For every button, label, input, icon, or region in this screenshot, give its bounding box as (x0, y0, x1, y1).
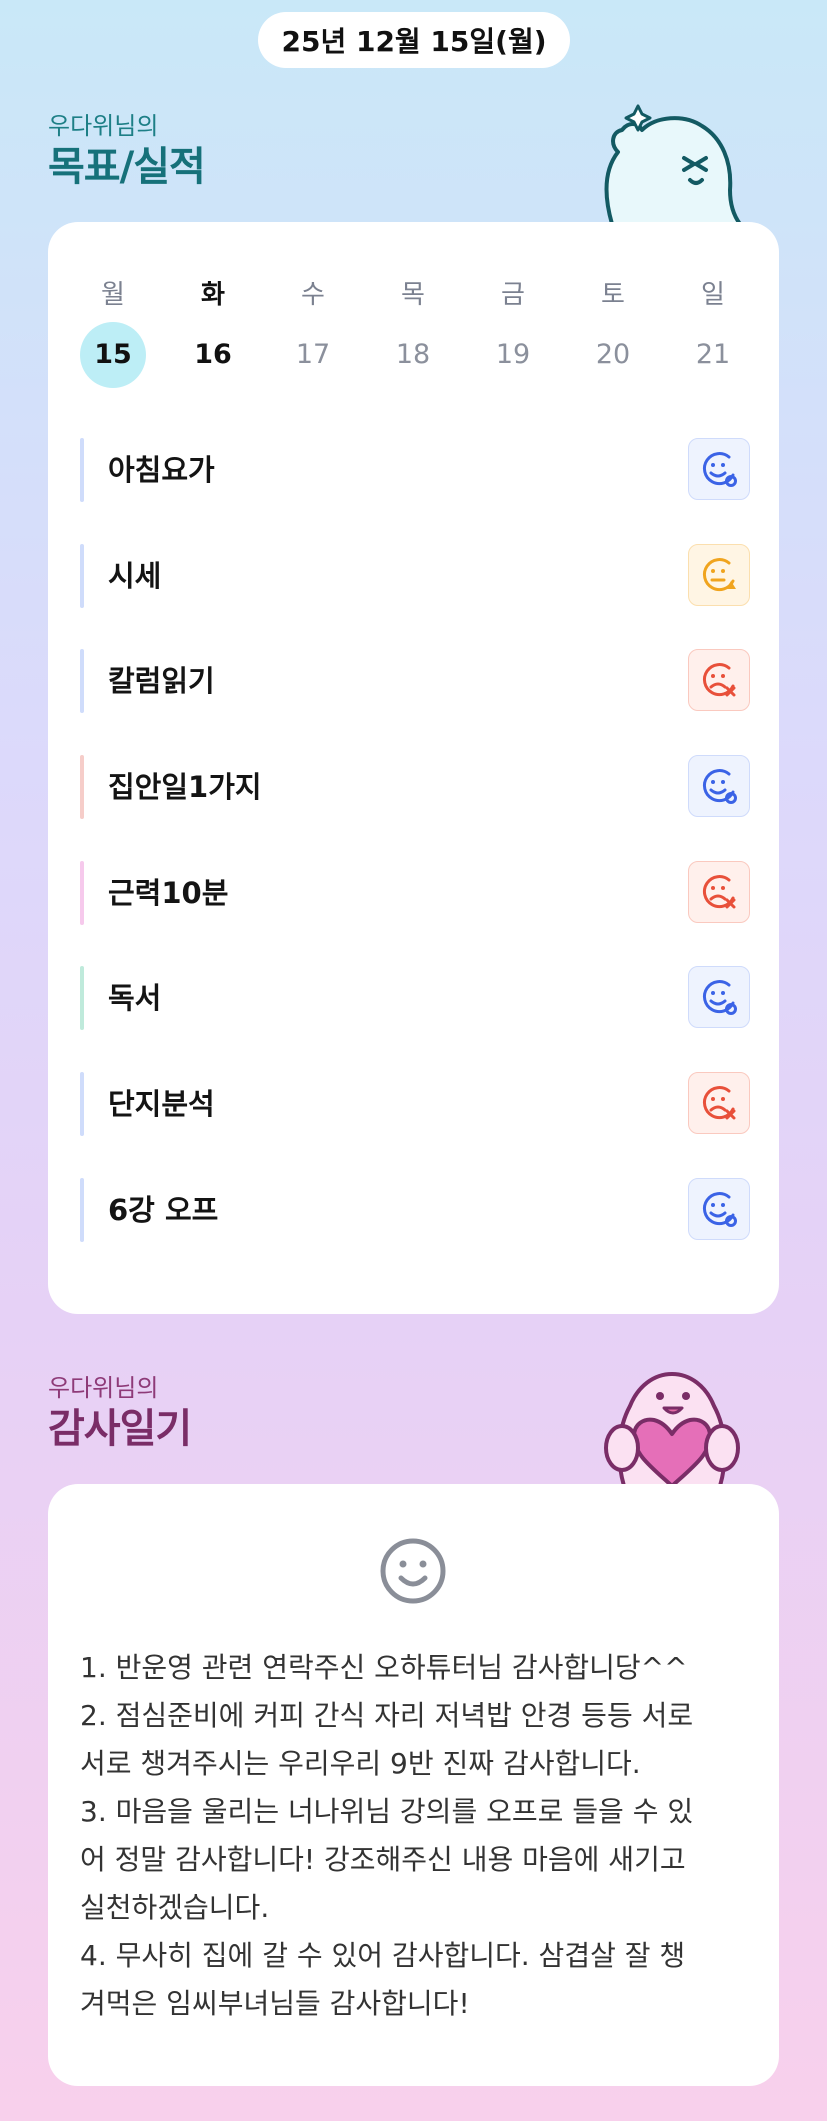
goal-label: 집안일1가지 (108, 770, 262, 804)
goal-label: 칼럼읽기 (108, 664, 215, 698)
goal-label: 독서 (108, 981, 162, 1015)
face-x-icon (702, 1086, 736, 1120)
goal-color-bar (80, 861, 84, 925)
day-20[interactable]: 20 (573, 322, 653, 388)
goal-status-button[interactable] (688, 544, 750, 606)
goal-label: 아침요가 (108, 453, 215, 487)
smile-icon (380, 1538, 446, 1604)
date-label: 25년 12월 15일(월) (258, 12, 570, 68)
goal-item[interactable]: 근력10분 (80, 861, 750, 925)
goals-title: 목표/실적 (48, 144, 206, 190)
gratitude-card: 1. 반운영 관련 연락주신 오하튜터님 감사합니당^^ 2. 점심준비에 커피… (48, 1484, 779, 2086)
face-circle-icon (702, 769, 737, 804)
gratitude-title: 감사일기 (48, 1406, 192, 1452)
goal-status-button[interactable] (688, 755, 750, 817)
goal-label: 단지분석 (108, 1087, 215, 1121)
goal-status-button[interactable] (688, 1178, 750, 1240)
weekday-label: 금 (501, 280, 525, 310)
weekday-label: 토 (601, 280, 625, 310)
day-21[interactable]: 21 (673, 322, 753, 388)
gratitude-line: 어 정말 감사합니다! 강조해주신 내용 마음에 새기고 (80, 1843, 686, 1876)
day-15[interactable]: 15 (73, 322, 153, 388)
day-17[interactable]: 17 (273, 322, 353, 388)
face-x-icon (702, 663, 736, 697)
goal-status-button[interactable] (688, 649, 750, 711)
face-triangle-icon (702, 558, 736, 591)
ghost-mascot-image (604, 104, 742, 226)
goal-color-bar (80, 1072, 84, 1136)
goal-item[interactable]: 단지분석 (80, 1072, 750, 1136)
weekday-label: 일 (701, 280, 725, 310)
gratitude-text: 1. 반운영 관련 연락주신 오하튜터님 감사합니당^^ 2. 점심준비에 커피… (80, 1644, 750, 2028)
goal-color-bar (80, 1178, 84, 1242)
goal-color-bar (80, 438, 84, 502)
goal-item[interactable]: 칼럼읽기 (80, 649, 750, 713)
face-circle-icon (702, 452, 737, 487)
day-16[interactable]: 16 (173, 322, 253, 388)
goal-color-bar (80, 544, 84, 608)
goal-label: 근력10분 (108, 876, 229, 910)
goals-card: 월 15 화 16 수 17 목 18 금 19 토 20 일 21 아침요가 … (48, 222, 779, 1314)
goal-status-button[interactable] (688, 438, 750, 500)
gratitude-line: 3. 마음을 울리는 너나위님 강의를 오프로 들을 수 있 (80, 1795, 694, 1828)
goal-item[interactable]: 집안일1가지 (80, 755, 750, 819)
goal-item[interactable]: 아침요가 (80, 438, 750, 502)
goal-status-button[interactable] (688, 861, 750, 923)
face-circle-icon (702, 980, 737, 1015)
weekday-label: 수 (301, 280, 325, 310)
face-circle-icon (702, 1192, 737, 1227)
heart-mascot-image (604, 1372, 740, 1486)
gratitude-line: 실천하겠습니다. (80, 1891, 270, 1924)
gratitude-line: 겨먹은 임씨부녀님들 감사합니다! (80, 1987, 470, 2020)
gratitude-line: 2. 점심준비에 커피 간식 자리 저녁밥 안경 등등 서로 (80, 1699, 694, 1732)
gratitude-line: 4. 무사히 집에 갈 수 있어 감사합니다. 삼겹살 잘 챙 (80, 1939, 686, 1972)
goal-color-bar (80, 649, 84, 713)
day-18[interactable]: 18 (373, 322, 453, 388)
gratitude-line: 서로 챙겨주시는 우리우리 9반 진짜 감사합니다. (80, 1747, 641, 1780)
weekday-label: 화 (201, 280, 225, 310)
goal-item[interactable]: 6강 오프 (80, 1178, 750, 1242)
weekday-label: 목 (401, 280, 425, 310)
goal-item[interactable]: 독서 (80, 966, 750, 1030)
face-x-icon (702, 875, 736, 909)
goal-color-bar (80, 755, 84, 819)
goal-status-button[interactable] (688, 1072, 750, 1134)
goal-status-button[interactable] (688, 966, 750, 1028)
goal-label: 6강 오프 (108, 1193, 219, 1227)
goal-color-bar (80, 966, 84, 1030)
gratitude-line: 1. 반운영 관련 연락주신 오하튜터님 감사합니당^^ (80, 1651, 688, 1684)
goal-label: 시세 (108, 559, 162, 593)
goal-item[interactable]: 시세 (80, 544, 750, 608)
weekday-label: 월 (101, 280, 125, 310)
day-19[interactable]: 19 (473, 322, 553, 388)
